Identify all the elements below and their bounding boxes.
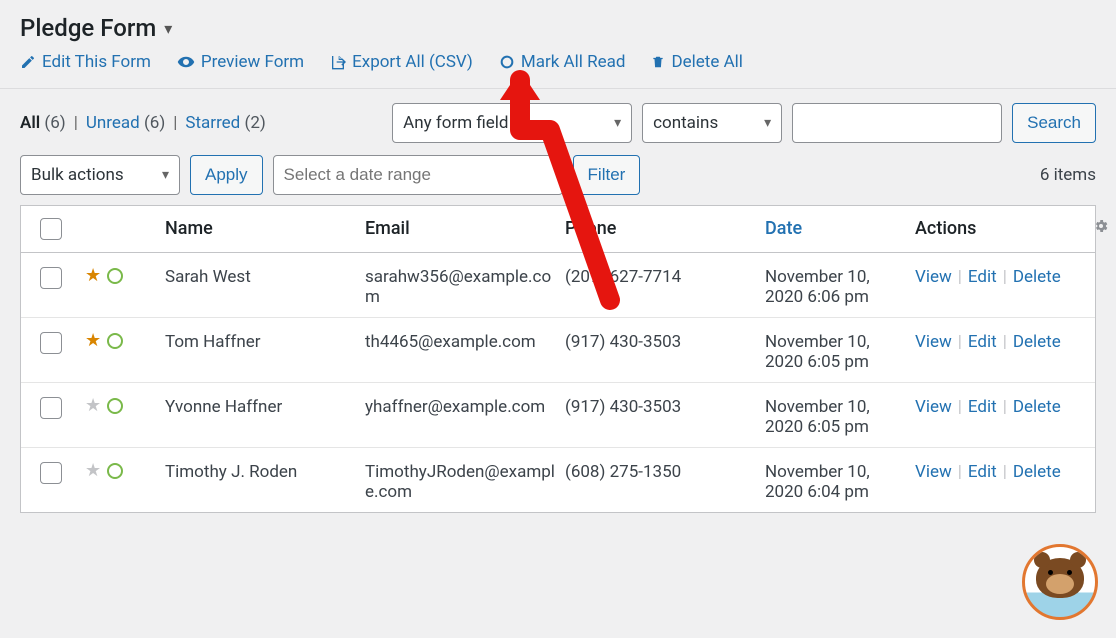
mark-all-read-label: Mark All Read [521,52,626,72]
chevron-down-icon: ▾ [764,115,771,131]
table-row: ★ Yvonne Haffner yhaffner@example.com (9… [21,383,1095,448]
col-date[interactable]: Date [761,218,911,239]
cell-email: TimothyJRoden@example.com [361,462,561,502]
cell-email: sarahw356@example.com [361,267,561,307]
star-icon[interactable]: ★ [85,397,101,415]
export-all-button[interactable]: Export All (CSV) [330,52,473,72]
row-checkbox[interactable] [40,397,62,419]
apply-button[interactable]: Apply [190,155,263,195]
cell-phone: (917) 430-3503 [561,397,761,417]
edit-link[interactable]: Edit [968,267,997,287]
operator-select[interactable]: contains ▾ [642,103,782,143]
page-title-text: Pledge Form [20,14,156,42]
row-checkbox[interactable] [40,332,62,354]
cell-date: November 10, 2020 6:05 pm [761,332,911,372]
field-select-value: Any form field [403,113,508,133]
row-checkbox[interactable] [40,267,62,289]
col-email[interactable]: Email [361,218,561,239]
page-title[interactable]: Pledge Form ▾ [20,14,1096,42]
read-status-icon[interactable] [107,333,123,349]
status-tabs: All (6) | Unread (6) | Starred (2) [20,113,266,133]
table-row: ★ Tom Haffner th4465@example.com (917) 4… [21,318,1095,383]
eye-icon [177,53,195,71]
delete-all-button[interactable]: Delete All [651,52,742,72]
pencil-icon [20,54,36,70]
edit-form-button[interactable]: Edit This Form [20,52,151,72]
edit-link[interactable]: Edit [968,332,997,352]
edit-link[interactable]: Edit [968,397,997,417]
row-checkbox[interactable] [40,462,62,484]
date-range-input[interactable] [273,155,563,195]
bear-mascot-icon [1036,558,1084,598]
tab-starred[interactable]: Starred (2) [185,113,265,133]
star-icon[interactable]: ★ [85,462,101,480]
read-status-icon[interactable] [107,463,123,479]
field-select[interactable]: Any form field ▾ [392,103,632,143]
cell-email: yhaffner@example.com [361,397,561,417]
chevron-down-icon: ▾ [164,19,172,38]
cell-name: Tom Haffner [161,332,361,352]
cell-phone: (608) 275-1350 [561,462,761,482]
preview-form-button[interactable]: Preview Form [177,52,304,72]
export-icon [330,54,346,70]
cell-date: November 10, 2020 6:04 pm [761,462,911,502]
read-status-icon[interactable] [107,398,123,414]
cell-name: Yvonne Haffner [161,397,361,417]
cell-name: Sarah West [161,267,361,287]
tab-unread[interactable]: Unread (6) [86,113,165,133]
col-name[interactable]: Name [161,218,361,239]
table-header-row: Name Email Phone Date Actions [21,206,1095,253]
select-all-checkbox[interactable] [40,218,62,240]
cell-email: th4465@example.com [361,332,561,352]
preview-form-label: Preview Form [201,52,304,72]
star-icon[interactable]: ★ [85,332,101,350]
bulk-actions-select[interactable]: Bulk actions ▾ [20,155,180,195]
top-actions-bar: Edit This Form Preview Form Export All (… [20,52,1096,82]
col-phone[interactable]: Phone [561,218,761,239]
star-icon[interactable]: ★ [85,267,101,285]
tab-all[interactable]: All (6) [20,113,66,133]
cell-phone: (209) 627-7714 [561,267,761,287]
delete-link[interactable]: Delete [1013,332,1061,352]
search-button[interactable]: Search [1012,103,1096,143]
entries-table: Name Email Phone Date Actions ★ Sarah We… [20,205,1096,513]
edit-link[interactable]: Edit [968,462,997,482]
help-mascot-button[interactable] [1022,544,1098,620]
cell-date: November 10, 2020 6:05 pm [761,397,911,437]
delete-link[interactable]: Delete [1013,462,1061,482]
delete-all-label: Delete All [671,52,742,72]
table-row: ★ Timothy J. Roden TimothyJRoden@example… [21,448,1095,512]
cell-name: Timothy J. Roden [161,462,361,482]
operator-select-value: contains [653,113,718,133]
chevron-down-icon: ▾ [614,115,621,131]
circle-icon [499,54,515,70]
mark-all-read-button[interactable]: Mark All Read [499,52,626,72]
delete-link[interactable]: Delete [1013,397,1061,417]
trash-icon [651,54,665,70]
cell-date: November 10, 2020 6:06 pm [761,267,911,307]
export-all-label: Export All (CSV) [352,52,473,72]
view-link[interactable]: View [915,462,952,482]
edit-form-label: Edit This Form [42,52,151,72]
view-link[interactable]: View [915,267,952,287]
items-count: 6 items [1040,165,1096,185]
chevron-down-icon: ▾ [162,167,169,183]
bulk-actions-value: Bulk actions [31,165,124,185]
cell-phone: (917) 430-3503 [561,332,761,352]
delete-link[interactable]: Delete [1013,267,1061,287]
view-link[interactable]: View [915,332,952,352]
filter-button[interactable]: Filter [573,155,641,195]
search-input[interactable] [792,103,1002,143]
col-actions: Actions [911,218,1081,239]
read-status-icon[interactable] [107,268,123,284]
table-row: ★ Sarah West sarahw356@example.com (209)… [21,253,1095,318]
gear-icon[interactable] [1081,218,1116,234]
view-link[interactable]: View [915,397,952,417]
